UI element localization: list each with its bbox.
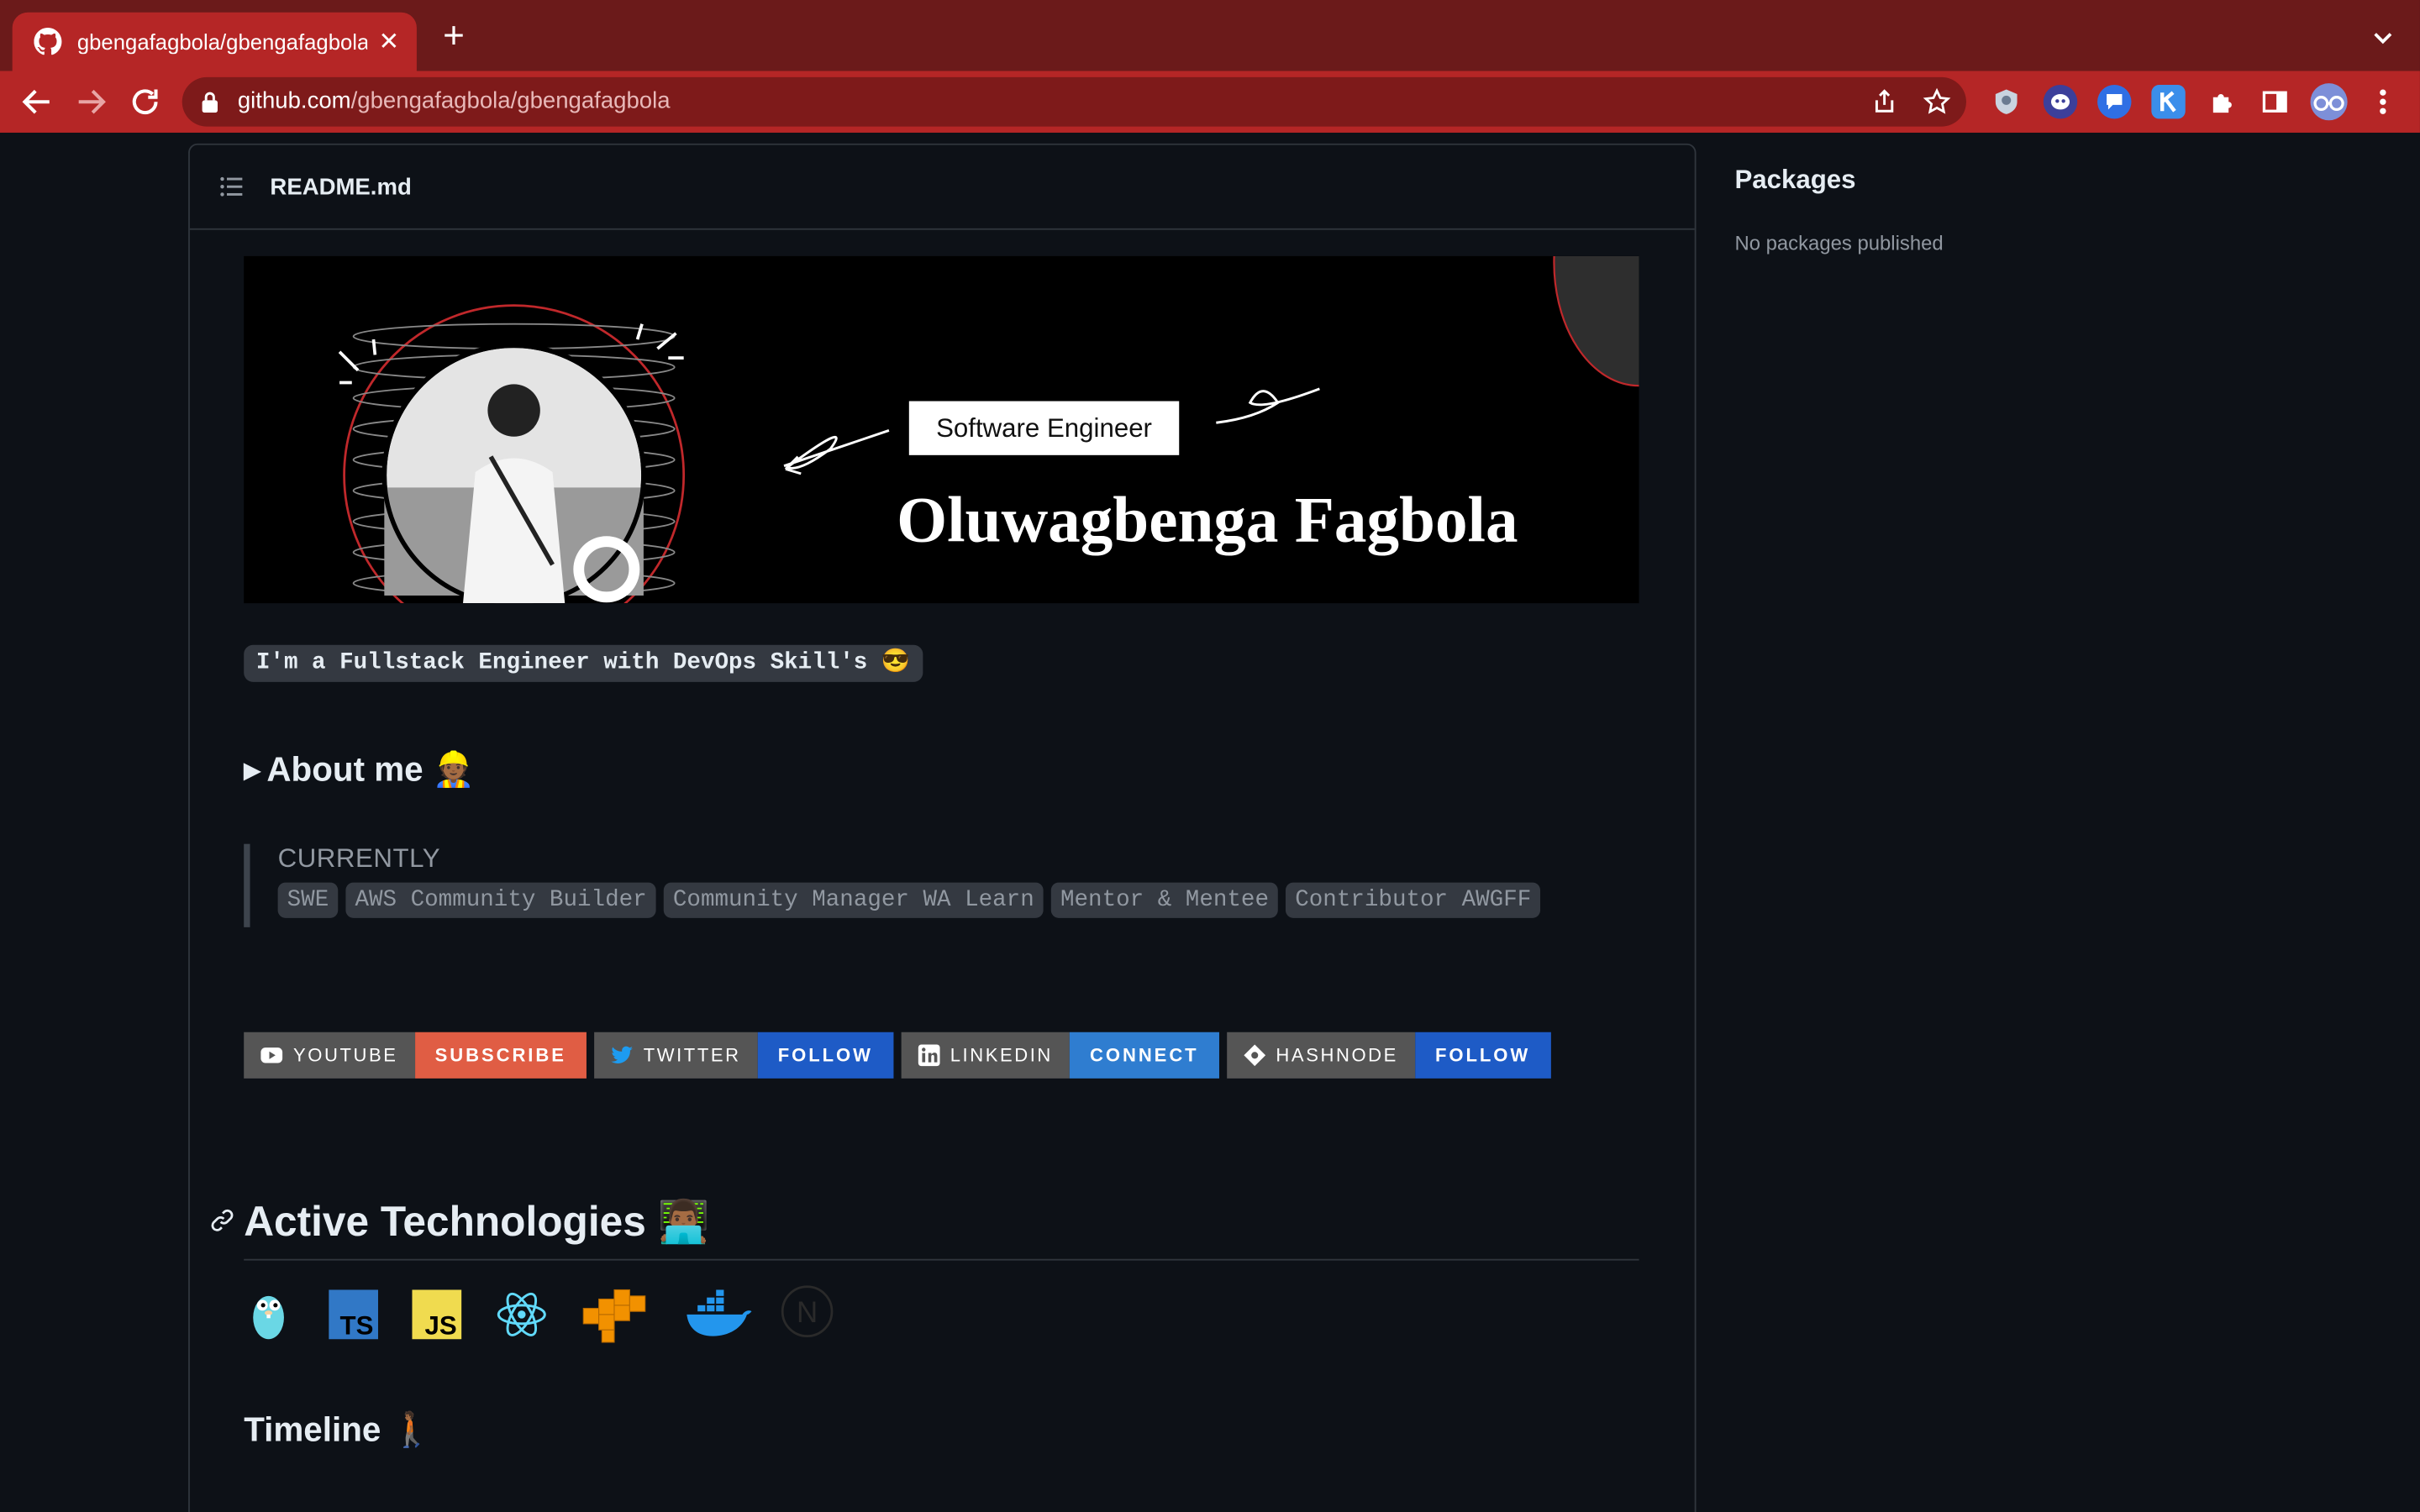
new-tab-button[interactable]: + bbox=[435, 18, 472, 55]
active-technologies-heading: Active Technologies 👨🏾‍💻 bbox=[211, 1197, 1639, 1261]
badge-action: SUBSCRIBE bbox=[414, 1032, 587, 1079]
badge-action: FOLLOW bbox=[1415, 1032, 1551, 1079]
currently-chip: Mentor & Mentee bbox=[1050, 882, 1279, 918]
share-icon[interactable] bbox=[1870, 88, 1898, 116]
nextjs-glyph: N bbox=[797, 1296, 818, 1329]
side-panel-icon[interactable] bbox=[2258, 85, 2291, 118]
chat-extension-icon[interactable] bbox=[2097, 85, 2132, 119]
profile-avatar-icon[interactable] bbox=[2310, 83, 2348, 121]
go-gopher-icon bbox=[253, 1295, 284, 1340]
youtube-icon bbox=[260, 1043, 284, 1068]
about-me-summary[interactable]: ▶ About me 👷🏾 bbox=[244, 750, 475, 790]
social-badges: YOUTUBE SUBSCRIBE TWITTER FOLLOW LINKEDI… bbox=[244, 1032, 1551, 1079]
docker-icon bbox=[687, 1289, 752, 1336]
badge-label: TWITTER bbox=[593, 1032, 758, 1079]
badge-label: YOUTUBE bbox=[244, 1032, 415, 1079]
currently-chips: SWE AWS Community Builder Community Mana… bbox=[277, 882, 1541, 918]
readme-panel: README.md Software Engineer Oluwagbenga … bbox=[188, 143, 1697, 1512]
url-host: github.com bbox=[237, 87, 351, 114]
shield-extension-icon[interactable] bbox=[1990, 85, 2023, 118]
hashnode-icon bbox=[1242, 1043, 1266, 1068]
twitter-icon bbox=[609, 1043, 634, 1068]
badge-action: FOLLOW bbox=[757, 1032, 893, 1079]
packages-heading[interactable]: Packages bbox=[1734, 165, 1855, 197]
outline-list-icon[interactable] bbox=[218, 173, 245, 201]
badge-label-text: TWITTER bbox=[643, 1044, 741, 1067]
currently-chip: Contributor AWGFF bbox=[1286, 882, 1541, 918]
active-technologies-title: Active Technologies 👨🏾‍💻 bbox=[244, 1199, 710, 1246]
readme-filename: README.md bbox=[270, 173, 412, 200]
twitter-badge[interactable]: TWITTER FOLLOW bbox=[593, 1032, 893, 1079]
badge-label: LINKEDIN bbox=[900, 1032, 1071, 1079]
puzzle-extension-icon[interactable] bbox=[2206, 85, 2239, 118]
packages-empty-text: No packages published bbox=[1734, 231, 1944, 255]
close-tab-icon[interactable]: ✕ bbox=[376, 26, 401, 57]
about-me-label: About me 👷🏾 bbox=[266, 749, 476, 789]
youtube-badge[interactable]: YOUTUBE SUBSCRIBE bbox=[244, 1032, 587, 1079]
kebab-menu-icon[interactable] bbox=[2367, 83, 2398, 120]
tab-strip: gbengafagbola/gbengafagbola ✕ + bbox=[0, 0, 2420, 71]
nextjs-icon: N bbox=[781, 1285, 834, 1337]
url-path: /gbengafagbola/gbengafagbola bbox=[350, 87, 671, 114]
typescript-glyph: TS bbox=[340, 1311, 374, 1341]
banner-name: Oluwagbenga Fagbola bbox=[897, 486, 1518, 558]
ghost-extension-icon[interactable] bbox=[2043, 85, 2078, 119]
browser-toolbar: github.com/gbengafagbola/gbengafagbola bbox=[0, 71, 2420, 133]
reload-icon[interactable] bbox=[127, 83, 164, 120]
browser-tab[interactable]: gbengafagbola/gbengafagbola ✕ bbox=[12, 12, 417, 71]
hashnode-badge[interactable]: HASHNODE FOLLOW bbox=[1226, 1032, 1551, 1079]
typescript-icon: TS bbox=[329, 1289, 378, 1341]
lock-icon[interactable] bbox=[201, 91, 219, 113]
disclosure-triangle-icon: ▶ bbox=[244, 757, 261, 783]
readme-header: README.md bbox=[189, 145, 1695, 230]
linkedin-icon bbox=[916, 1043, 940, 1068]
badge-action: CONNECT bbox=[1070, 1032, 1219, 1079]
badge-label-text: LINKEDIN bbox=[950, 1044, 1053, 1067]
star-icon[interactable] bbox=[1923, 87, 1951, 116]
badge-label-text: YOUTUBE bbox=[292, 1044, 398, 1067]
linkedin-badge[interactable]: LINKEDIN CONNECT bbox=[900, 1032, 1219, 1079]
currently-label: CURRENTLY bbox=[277, 843, 441, 874]
profile-banner: Software Engineer Oluwagbenga Fagbola bbox=[244, 255, 1639, 604]
tab-title: gbengafagbola/gbengafagbola bbox=[76, 29, 368, 55]
link-anchor-icon[interactable] bbox=[210, 1208, 234, 1232]
banner-role: Software Engineer bbox=[908, 401, 1180, 455]
back-arrow-icon[interactable] bbox=[18, 83, 55, 120]
github-icon bbox=[34, 28, 62, 55]
badge-label-text: HASHNODE bbox=[1276, 1044, 1398, 1067]
javascript-glyph: JS bbox=[424, 1311, 456, 1341]
address-bar[interactable]: github.com/gbengafagbola/gbengafagbola bbox=[182, 76, 1966, 127]
tab-list-chevron-icon[interactable] bbox=[2367, 22, 2398, 53]
currently-blockquote: CURRENTLY SWE AWS Community Builder Comm… bbox=[244, 843, 1541, 927]
timeline-heading: Timeline 🚶🏾 bbox=[244, 1410, 433, 1449]
forward-arrow-icon[interactable] bbox=[72, 83, 109, 120]
screen: gbengafagbola/gbengafagbola ✕ + github.c… bbox=[0, 0, 2420, 1512]
badge-label: HASHNODE bbox=[1226, 1032, 1416, 1079]
currently-chip: SWE bbox=[277, 882, 339, 918]
react-icon bbox=[497, 1292, 546, 1336]
javascript-icon: JS bbox=[412, 1289, 462, 1341]
currently-chip: AWS Community Builder bbox=[345, 882, 656, 918]
tagline: I'm a Fullstack Engineer with DevOps Ski… bbox=[244, 644, 923, 682]
currently-chip: Community Manager WA Learn bbox=[663, 882, 1044, 918]
url-text[interactable]: github.com/gbengafagbola/gbengafagbola bbox=[238, 88, 671, 114]
k-extension-icon[interactable] bbox=[2151, 85, 2186, 119]
aws-icon bbox=[582, 1289, 646, 1343]
